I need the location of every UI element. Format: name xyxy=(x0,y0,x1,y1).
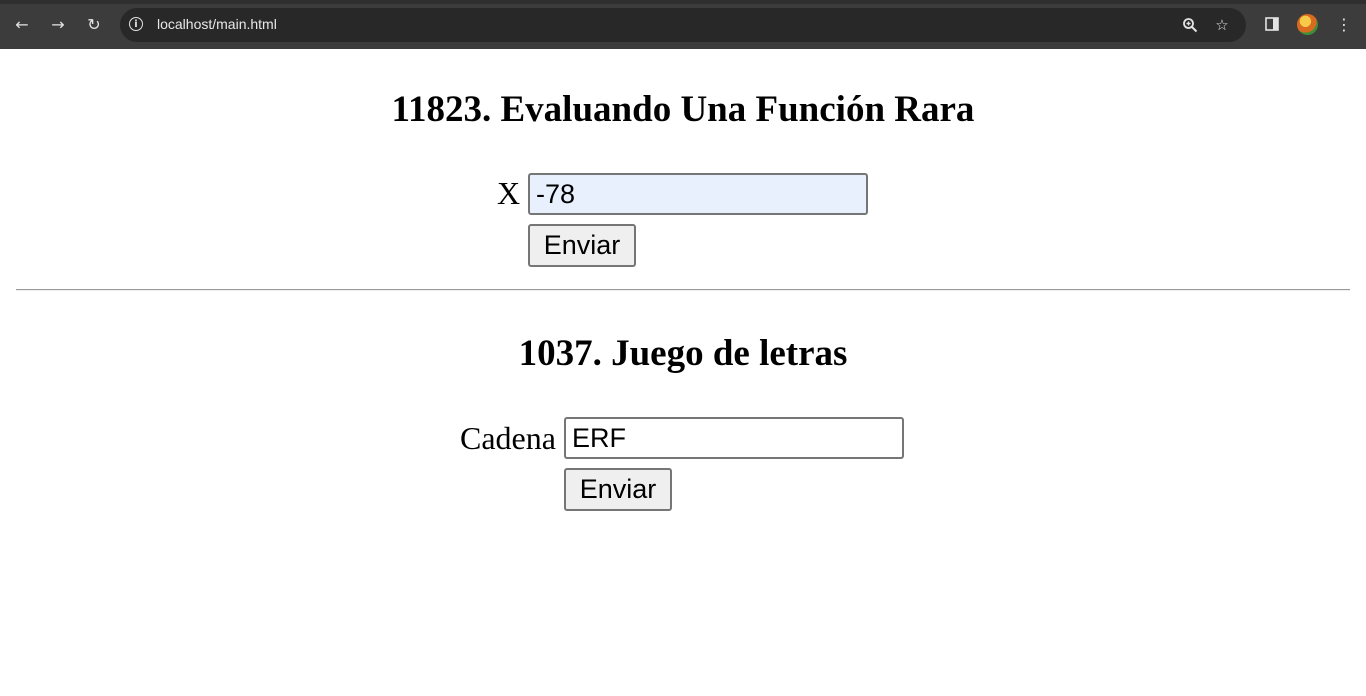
browser-toolbar: ← → ↻ i localhost/main.html ☆ ⋮ xyxy=(0,0,1366,49)
url-text[interactable]: localhost/main.html xyxy=(157,16,277,32)
x-input[interactable] xyxy=(528,173,868,215)
profile-avatar[interactable] xyxy=(1297,14,1318,35)
section2-title: 1037. Juego de letras xyxy=(518,333,848,374)
cadena-label: Cadena xyxy=(460,420,556,456)
enviar-button-2[interactable]: Enviar xyxy=(564,468,672,511)
side-panel-icon[interactable] xyxy=(1260,12,1284,36)
address-bar[interactable]: i localhost/main.html ☆ xyxy=(120,8,1246,42)
bookmark-star-icon[interactable]: ☆ xyxy=(1210,13,1234,37)
forward-icon[interactable]: → xyxy=(46,12,70,36)
site-info-icon[interactable]: i xyxy=(129,17,143,31)
x-label: X xyxy=(497,175,521,211)
cadena-input[interactable] xyxy=(564,417,904,459)
menu-kebab-icon[interactable]: ⋮ xyxy=(1332,12,1356,36)
reload-icon[interactable]: ↻ xyxy=(82,12,106,36)
zoom-icon[interactable] xyxy=(1178,13,1202,37)
divider xyxy=(16,289,1350,291)
tab-strip xyxy=(0,0,1366,4)
back-icon[interactable]: ← xyxy=(10,12,34,36)
section1-title: 11823. Evaluando Una Función Rara xyxy=(391,89,975,130)
enviar-button-1[interactable]: Enviar xyxy=(528,224,636,267)
